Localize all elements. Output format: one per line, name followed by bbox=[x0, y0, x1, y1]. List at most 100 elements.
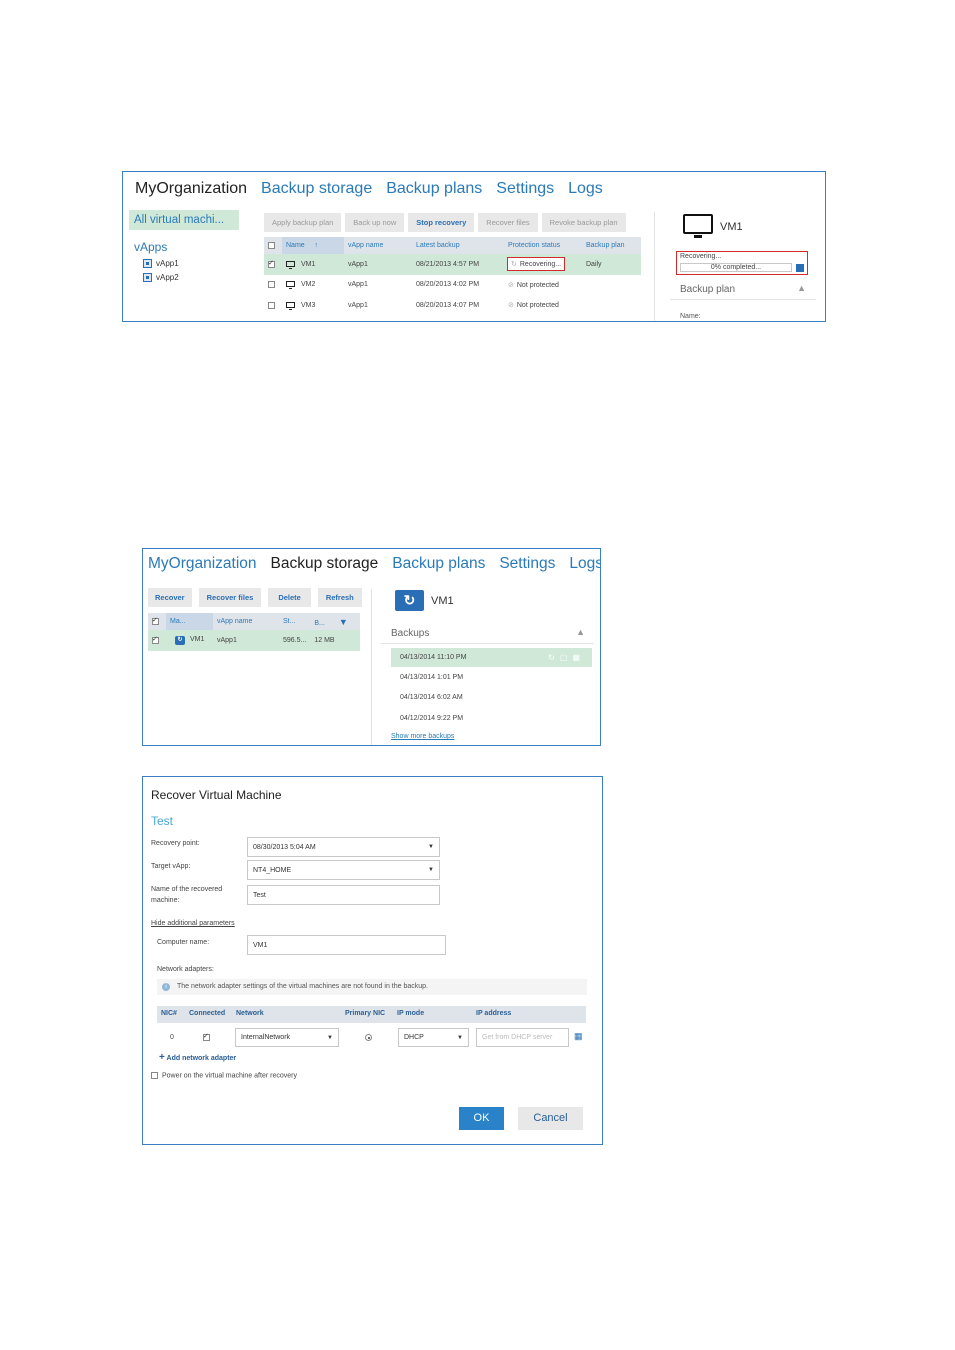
recovered-name-input[interactable]: Test bbox=[247, 885, 440, 905]
vm-table: Name ↑ vApp name Latest backup Protectio… bbox=[264, 237, 641, 316]
table-header: Name ↑ vApp name Latest backup Protectio… bbox=[264, 237, 641, 254]
refresh-button[interactable]: Refresh bbox=[317, 588, 362, 607]
nav-myorganization[interactable]: MyOrganization bbox=[148, 555, 257, 573]
column-connected: Connected bbox=[189, 1010, 226, 1017]
column-machine[interactable]: Ma... bbox=[166, 613, 213, 630]
recover-button[interactable]: Recover bbox=[148, 588, 192, 607]
hide-additional-parameters-link[interactable]: Hide additional parameters bbox=[151, 918, 235, 929]
sidebar-item-vapp2[interactable]: vApp2 bbox=[143, 273, 239, 282]
backup-plan-section[interactable]: Backup plan ▲ bbox=[670, 280, 816, 300]
trash-icon[interactable]: ▦ bbox=[574, 1031, 583, 1042]
nav-backup-plans[interactable]: Backup plans bbox=[392, 555, 485, 573]
recover-files-button[interactable]: Recover files bbox=[198, 588, 262, 607]
dialog-title: Recover Virtual Machine bbox=[151, 788, 282, 802]
detail-vm-name: VM1 bbox=[720, 221, 743, 233]
show-more-backups-link[interactable]: Show more backups bbox=[391, 733, 454, 740]
vm-name-cell: VM3 bbox=[282, 295, 344, 316]
column-latest-backup[interactable]: Latest backup bbox=[412, 237, 504, 254]
nav-logs[interactable]: Logs bbox=[568, 180, 603, 198]
computer-name-input[interactable]: VM1 bbox=[247, 935, 446, 955]
recovering-status-badge: ↻ Recovering... bbox=[506, 257, 566, 272]
table-row[interactable]: VM3 vApp1 08/20/2013 4:07 PM ⊘ Not protec… bbox=[264, 295, 641, 316]
vm-toolbar: Apply backup plan Back up now Stop recov… bbox=[264, 213, 626, 232]
column-protection-status[interactable]: Protection status bbox=[504, 237, 582, 254]
cancel-button[interactable]: Cancel bbox=[518, 1107, 583, 1130]
vapp-icon bbox=[143, 273, 152, 282]
row-checkbox[interactable] bbox=[152, 635, 159, 644]
chevron-up-icon[interactable]: ▲ bbox=[576, 627, 585, 637]
row-checkbox[interactable] bbox=[268, 259, 275, 268]
chevron-up-icon[interactable]: ▲ bbox=[797, 283, 806, 293]
column-name[interactable]: Name ↑ bbox=[282, 237, 344, 254]
column-backup-plan[interactable]: Backup plan bbox=[582, 237, 641, 254]
folder-icon[interactable]: ▢ bbox=[560, 653, 573, 662]
column-nic: NIC# bbox=[161, 1010, 177, 1017]
nav-logs[interactable]: Logs bbox=[569, 555, 600, 573]
column-status[interactable]: St... bbox=[279, 613, 311, 630]
power-on-option[interactable]: Power on the virtual machine after recov… bbox=[151, 1072, 297, 1079]
backup-plan-cell bbox=[582, 295, 641, 316]
select-all-checkbox[interactable] bbox=[268, 241, 275, 249]
add-network-adapter-button[interactable]: + Add network adapter bbox=[159, 1052, 236, 1063]
recovery-point-select[interactable]: 08/30/2013 5:04 AM ▼ bbox=[247, 837, 440, 857]
backup-item[interactable]: 04/12/2014 9:22 PM bbox=[391, 709, 592, 728]
vapp-cell: vApp1 bbox=[344, 254, 412, 275]
sidebar-item-vapp1[interactable]: vApp1 bbox=[143, 259, 239, 268]
table-row[interactable]: VM1 vApp1 08/21/2013 4:57 PM ↻Recovering… bbox=[264, 254, 641, 275]
backup-table: Ma... vApp name St... B...▼ ↻VM1 vApp1 5… bbox=[148, 613, 360, 651]
nav-backup-storage[interactable]: Backup storage bbox=[261, 180, 372, 198]
connected-checkbox[interactable] bbox=[203, 1032, 210, 1041]
panel-divider bbox=[371, 589, 372, 745]
row-select-cell bbox=[264, 254, 282, 275]
row-checkbox[interactable] bbox=[268, 301, 275, 309]
stop-icon[interactable] bbox=[796, 264, 804, 272]
column-vapp[interactable]: vApp name bbox=[344, 237, 412, 254]
sidebar-item-all-vms[interactable]: All virtual machi... bbox=[129, 210, 239, 230]
nav-settings[interactable]: Settings bbox=[496, 180, 554, 198]
ip-mode-select[interactable]: DHCP ▼ bbox=[398, 1028, 469, 1047]
table-row[interactable]: ↻VM1 vApp1 596.5... 12 MB bbox=[148, 630, 360, 651]
nav-backup-storage[interactable]: Backup storage bbox=[271, 555, 379, 573]
primary-nic-radio[interactable] bbox=[365, 1034, 372, 1041]
vm-backup-icon: ↻ bbox=[175, 635, 185, 645]
ip-address-input[interactable]: Get from DHCP server bbox=[476, 1028, 569, 1047]
backups-section[interactable]: Backups ▲ bbox=[381, 624, 594, 644]
size-cell: 12 MB bbox=[310, 630, 360, 651]
vapp-cell: vApp1 bbox=[213, 630, 279, 651]
row-checkbox[interactable] bbox=[268, 281, 275, 289]
column-ip-mode: IP mode bbox=[397, 1010, 425, 1017]
column-size[interactable]: B... ▼ bbox=[310, 613, 360, 630]
backup-item[interactable]: 04/13/2014 6:02 AM bbox=[391, 688, 592, 707]
nav-backup-plans[interactable]: Backup plans bbox=[386, 180, 482, 198]
backup-row-actions[interactable]: ↻▢▦ bbox=[548, 648, 585, 667]
network-select[interactable]: InternalNetwork ▼ bbox=[235, 1028, 339, 1047]
nav-myorganization[interactable]: MyOrganization bbox=[135, 180, 247, 198]
detail-vm-name: VM1 bbox=[431, 595, 454, 607]
table-header: Ma... vApp name St... B...▼ bbox=[148, 613, 360, 630]
select-all-checkbox[interactable] bbox=[152, 616, 159, 625]
power-on-checkbox[interactable] bbox=[151, 1072, 158, 1079]
table-row[interactable]: VM2 vApp1 08/20/2013 4:02 PM ⊘ Not protec… bbox=[264, 275, 641, 296]
nic-number: 0 bbox=[170, 1034, 174, 1041]
nav-settings[interactable]: Settings bbox=[499, 555, 555, 573]
stop-recovery-button[interactable]: Stop recovery bbox=[408, 213, 475, 232]
vapp-icon bbox=[143, 259, 152, 268]
recover-icon[interactable]: ↻ bbox=[548, 653, 560, 662]
backup-storage-screenshot: MyOrganization Backup storage Backup pla… bbox=[142, 548, 601, 746]
filter-icon[interactable]: ▼ bbox=[339, 617, 348, 627]
backup-item[interactable]: 04/13/2014 11:10 PM ↻▢▦ bbox=[391, 648, 592, 667]
trash-icon[interactable]: ▦ bbox=[572, 653, 585, 662]
target-vapp-select[interactable]: NT4_HOME ▼ bbox=[247, 860, 440, 880]
apply-backup-plan-button[interactable]: Apply backup plan bbox=[264, 213, 342, 232]
recover-files-button[interactable]: Recover files bbox=[478, 213, 538, 232]
back-up-now-button[interactable]: Back up now bbox=[345, 213, 405, 232]
main-console-screenshot: MyOrganization Backup storage Backup pla… bbox=[122, 171, 826, 322]
backup-item[interactable]: 04/13/2014 1:01 PM bbox=[391, 668, 592, 687]
monitor-icon bbox=[683, 214, 713, 238]
ok-button[interactable]: OK bbox=[459, 1107, 504, 1130]
delete-button[interactable]: Delete bbox=[268, 588, 311, 607]
column-vapp[interactable]: vApp name bbox=[213, 613, 279, 630]
revoke-backup-plan-button[interactable]: Revoke backup plan bbox=[541, 213, 626, 232]
vm-name-cell: VM2 bbox=[282, 275, 344, 296]
row-select-cell bbox=[148, 630, 166, 651]
